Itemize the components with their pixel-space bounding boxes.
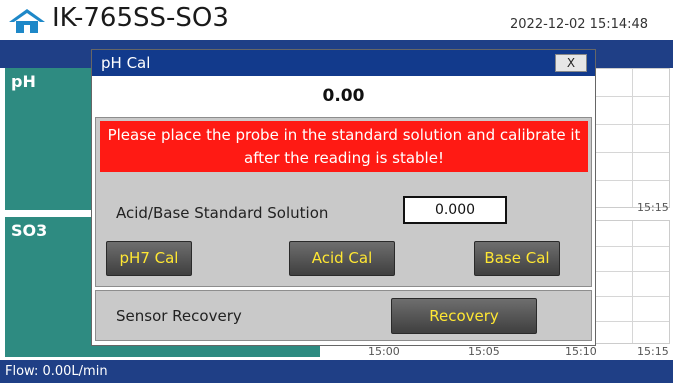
chart-gridline	[595, 246, 669, 247]
so3-trend-chart	[594, 220, 670, 344]
dialog-title: pH Cal	[101, 54, 151, 72]
recovery-button[interactable]: Recovery	[391, 298, 537, 334]
chart-gridline	[595, 152, 669, 153]
sensor-recovery-label: Sensor Recovery	[116, 307, 242, 325]
chart-time-label: 15:15	[637, 345, 669, 358]
chart-gridline	[632, 221, 633, 343]
chart-time-label: 15:00	[368, 345, 400, 358]
chart-time-label: 15:15	[637, 201, 669, 214]
chart-gridline	[632, 69, 633, 207]
chart-time-label: 15:05	[468, 345, 500, 358]
chart-gridline	[595, 96, 669, 97]
datetime-display: 2022-12-02 15:14:48	[510, 17, 649, 32]
app-header: IK-765SS-SO3 2022-12-02 15:14:48	[0, 0, 673, 38]
ph-panel-label: pH	[11, 72, 36, 91]
standard-solution-input[interactable]: 0.000	[403, 196, 507, 224]
chart-gridline	[595, 321, 669, 322]
warning-message: Please place the probe in the standard s…	[100, 121, 588, 172]
home-icon[interactable]	[8, 8, 46, 34]
calibration-section: Please place the probe in the standard s…	[95, 117, 592, 287]
chart-gridline	[595, 271, 669, 272]
acid-cal-button[interactable]: Acid Cal	[289, 241, 395, 276]
close-button[interactable]: X	[555, 54, 587, 72]
chart-time-label: 15:10	[565, 345, 597, 358]
ph-reading: 0.00	[322, 86, 365, 106]
recovery-section: Sensor Recovery Recovery	[95, 290, 592, 341]
base-cal-button[interactable]: Base Cal	[474, 241, 560, 276]
chart-gridline	[595, 296, 669, 297]
device-title: IK-765SS-SO3	[52, 3, 229, 33]
standard-solution-label: Acid/Base Standard Solution	[116, 204, 329, 222]
chart-gridline	[595, 180, 669, 181]
ph-cal-dialog: pH Cal X 0.00 Please place the probe in …	[91, 49, 596, 346]
so3-panel-label: SO3	[11, 221, 48, 240]
ph-trend-chart	[594, 68, 670, 208]
chart-gridline	[595, 124, 669, 125]
dialog-titlebar[interactable]: pH Cal X	[92, 50, 595, 76]
status-footer: Flow: 0.00L/min	[0, 360, 673, 383]
flow-status: Flow: 0.00L/min	[5, 364, 108, 379]
ph7-cal-button[interactable]: pH7 Cal	[106, 241, 192, 276]
